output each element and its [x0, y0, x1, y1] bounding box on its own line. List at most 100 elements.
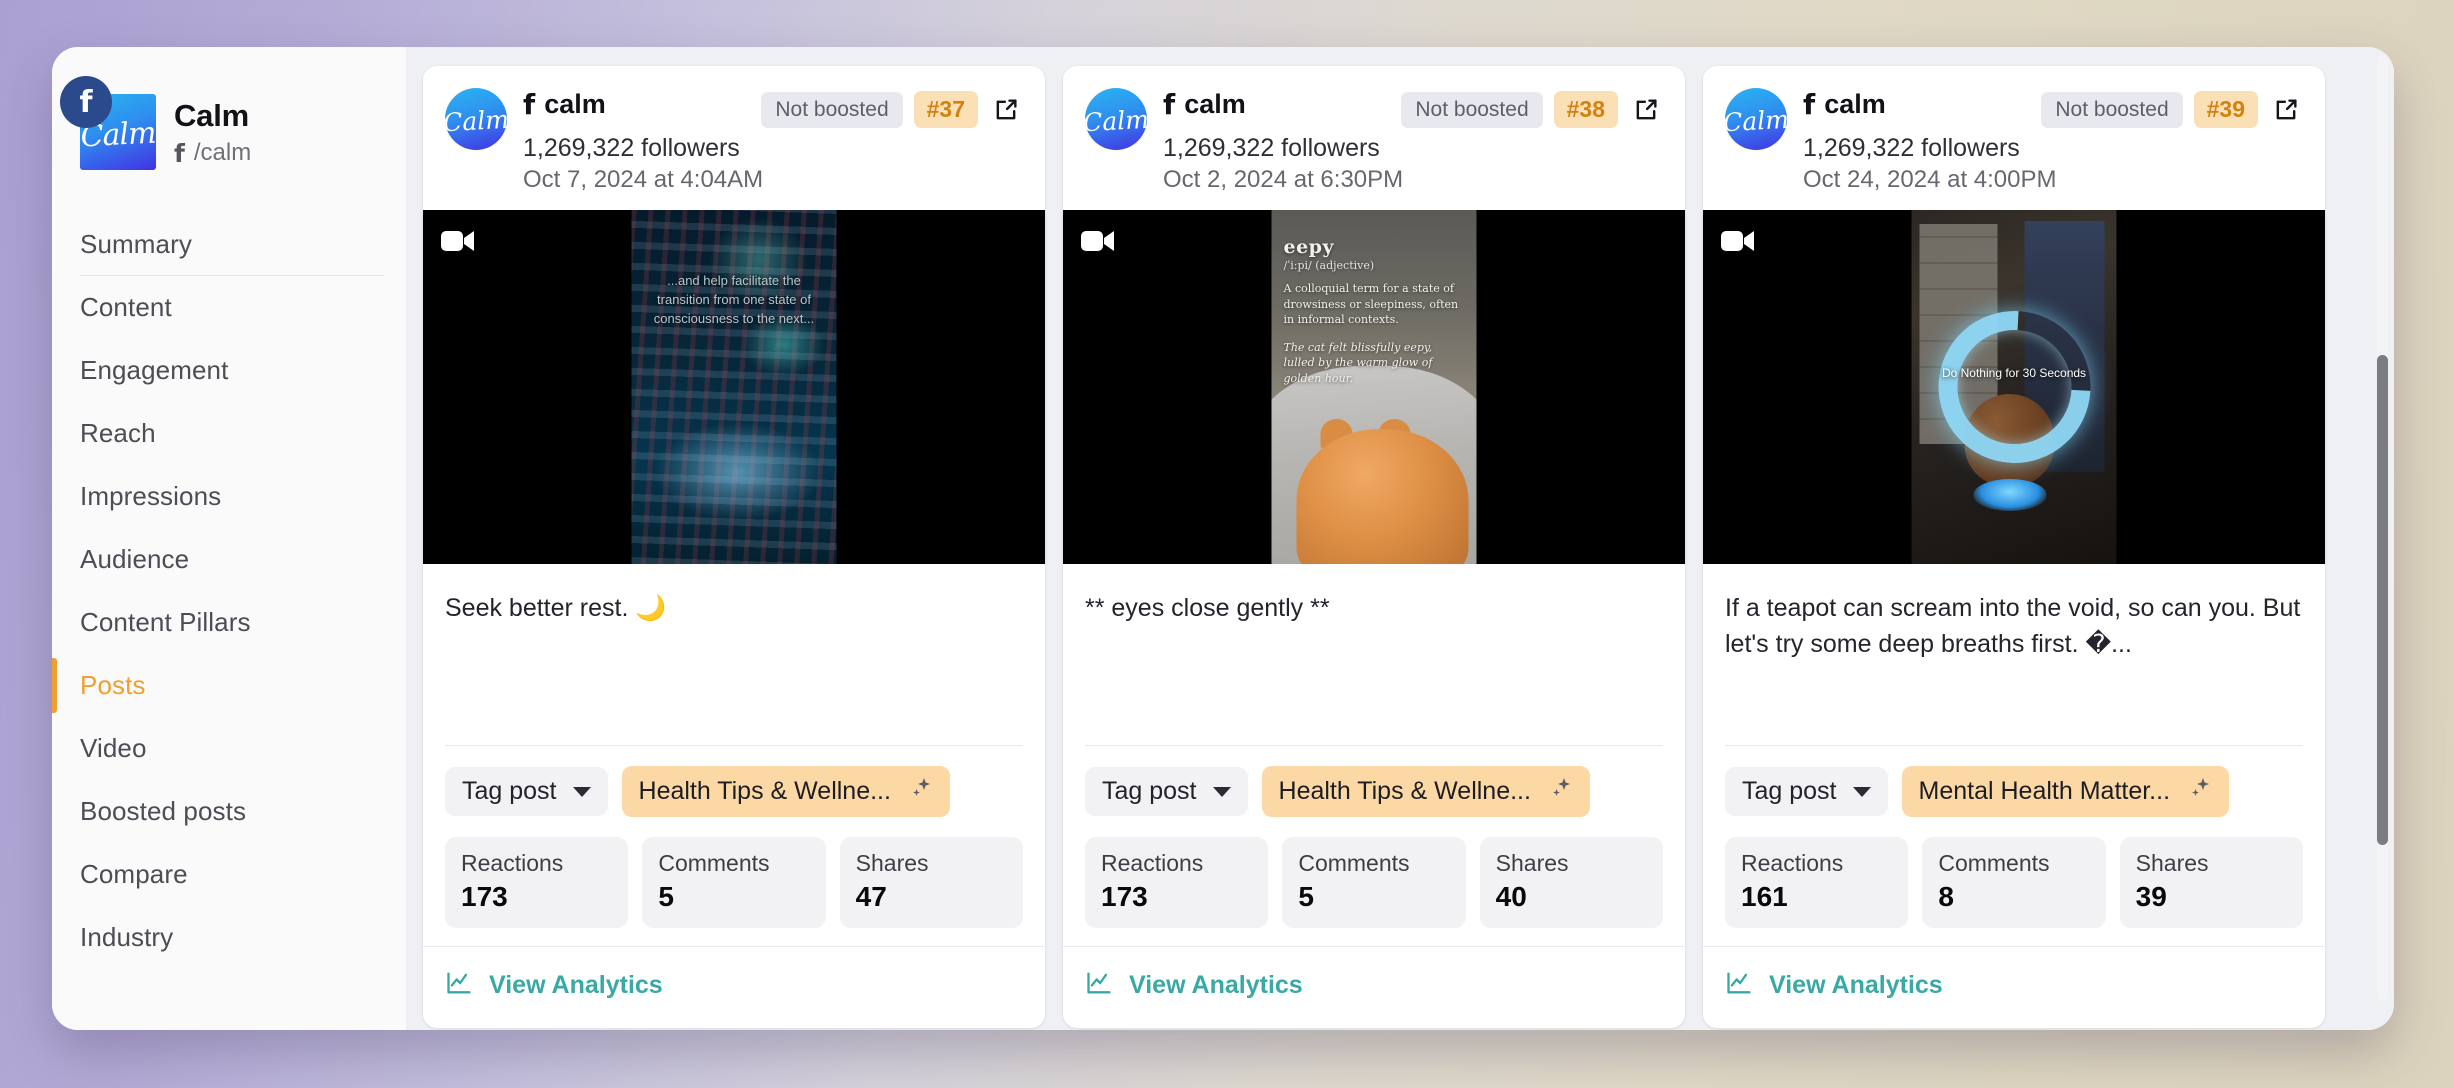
tag-post-dropdown[interactable]: Tag post [1085, 767, 1248, 816]
sidebar-item-label: Summary [80, 229, 192, 259]
tag-post-label: Tag post [1742, 777, 1837, 805]
tag-post-dropdown[interactable]: Tag post [445, 767, 608, 816]
sidebar-item-boosted-posts[interactable]: Boosted posts [52, 780, 406, 843]
post-timestamp: Oct 24, 2024 at 4:00PM [1803, 166, 2057, 193]
avatar-label: Calm [445, 104, 507, 138]
media-caption: Do Nothing for 30 Seconds [1941, 365, 2087, 380]
post-header-actions: Not boosted #37 [761, 88, 1023, 128]
sidebar-item-compare[interactable]: Compare [52, 843, 406, 906]
boost-status-badge: Not boosted [2041, 91, 2183, 128]
metric-comments: Comments 8 [1922, 837, 2106, 928]
metric-value: 173 [461, 881, 508, 912]
metric-reactions: Reactions 161 [1725, 837, 1909, 928]
content-pillar-tag[interactable]: Health Tips & Wellne... [1261, 766, 1590, 817]
definition-pronunciation: /ˈiːpi/ (adjective) [1283, 259, 1375, 272]
facebook-f-icon: f [523, 88, 536, 121]
sidebar-item-label: Reach [80, 418, 156, 448]
metric-value: 39 [2135, 881, 2167, 912]
sidebar-item-posts[interactable]: Posts [52, 654, 406, 717]
content-pillar-tag[interactable]: Mental Health Matter... [1901, 766, 2230, 817]
vertical-scrollbar[interactable] [2377, 55, 2388, 1001]
tag-row: Tag post Health Tips & Wellne... [1063, 746, 1685, 837]
account-name-row: f calm [1803, 88, 1886, 121]
definition-word: eepy [1283, 236, 1335, 258]
post-header: Calm f calm Not boosted #37 1,269,322 fo… [423, 66, 1045, 210]
brand-handle-text: /calm [193, 139, 252, 167]
post-footer: View Analytics [423, 946, 1045, 1028]
sidebar-item-label: Content [80, 292, 172, 322]
post-timestamp: Oct 7, 2024 at 4:04AM [523, 166, 764, 193]
metric-label: Reactions [461, 850, 564, 876]
facebook-f-icon: f [174, 138, 185, 168]
video-icon [1081, 228, 1115, 259]
post-footer: View Analytics [1703, 946, 2325, 1028]
post-timestamp: Oct 2, 2024 at 6:30PM [1163, 166, 1404, 193]
account-name-row: f calm [523, 88, 606, 121]
sidebar-item-label: Video [80, 733, 147, 763]
sidebar-item-label: Impressions [80, 481, 222, 511]
avatar: Calm [445, 88, 507, 150]
sidebar-item-label: Content Pillars [80, 607, 251, 637]
avatar: Calm [1725, 88, 1787, 150]
view-analytics-link[interactable]: View Analytics [1129, 971, 1303, 1000]
sidebar-item-summary[interactable]: Summary [52, 213, 406, 276]
rank-badge: #38 [1553, 91, 1618, 128]
post-media[interactable]: eepy /ˈiːpi/ (adjective) A colloquial te… [1063, 210, 1685, 564]
video-icon [1721, 228, 1755, 259]
metric-value: 40 [1495, 881, 1527, 912]
sidebar-item-reach[interactable]: Reach [52, 402, 406, 465]
post-header-main: f calm Not boosted #39 1,269,322 followe… [1803, 88, 2303, 194]
chevron-down-icon [572, 786, 591, 797]
sparkle-icon [909, 776, 933, 807]
sidebar-item-video[interactable]: Video [52, 717, 406, 780]
media-artwork [1911, 210, 2117, 564]
sidebar: f Calm Calm f /calm Summary Content Enga… [52, 47, 407, 1030]
metric-label: Comments [658, 850, 770, 876]
sidebar-item-industry[interactable]: Industry [52, 906, 406, 969]
scrollbar-thumb[interactable] [2377, 355, 2388, 845]
metric-label: Shares [855, 850, 929, 876]
tag-post-dropdown[interactable]: Tag post [1725, 767, 1888, 816]
sidebar-item-label: Boosted posts [80, 796, 247, 826]
sidebar-item-label: Posts [80, 670, 146, 700]
posts-grid: Calm f calm Not boosted #37 1,269,322 fo… [407, 47, 2394, 1030]
sidebar-item-content[interactable]: Content [52, 276, 406, 339]
sparkle-icon [2188, 776, 2212, 807]
post-text: If a teapot can scream into the void, so… [1725, 594, 2301, 659]
avatar: Calm [1085, 88, 1147, 150]
content-pillar-label: Health Tips & Wellne... [638, 777, 891, 805]
external-link-icon[interactable] [2269, 93, 2303, 127]
sidebar-item-audience[interactable]: Audience [52, 528, 406, 591]
metric-shares: Shares 40 [1479, 837, 1663, 928]
rank-badge: #39 [2193, 91, 2258, 128]
avatar-label: Calm [1085, 104, 1147, 138]
external-link-icon[interactable] [1629, 93, 1663, 127]
sidebar-item-content-pillars[interactable]: Content Pillars [52, 591, 406, 654]
sidebar-nav: Summary Content Engagement Reach Impress… [52, 213, 406, 969]
metric-value: 161 [1741, 881, 1788, 912]
sidebar-item-label: Engagement [80, 355, 229, 385]
media-thumbnail: Do Nothing for 30 Seconds [1911, 210, 2117, 564]
external-link-icon[interactable] [989, 93, 1023, 127]
sidebar-item-engagement[interactable]: Engagement [52, 339, 406, 402]
metric-label: Comments [1298, 850, 1410, 876]
view-analytics-link[interactable]: View Analytics [489, 971, 663, 1000]
account-name: calm [1824, 89, 1886, 119]
definition-text: A colloquial term for a state of drowsin… [1283, 282, 1459, 327]
video-icon [441, 228, 475, 259]
post-media[interactable]: ...and help facilitate the transition fr… [423, 210, 1045, 564]
analytics-chart-icon [445, 969, 473, 1002]
sidebar-item-impressions[interactable]: Impressions [52, 465, 406, 528]
content-pillar-tag[interactable]: Health Tips & Wellne... [621, 766, 950, 817]
post-header-main: f calm Not boosted #38 1,269,322 followe… [1163, 88, 1663, 194]
account-name: calm [544, 89, 606, 119]
post-media[interactable]: Do Nothing for 30 Seconds [1703, 210, 2325, 564]
follower-count: 1,269,322 followers [1803, 134, 2020, 162]
metric-value: 5 [658, 881, 674, 912]
metric-value: 47 [855, 881, 887, 912]
post-footer: View Analytics [1063, 946, 1685, 1028]
view-analytics-link[interactable]: View Analytics [1769, 971, 1943, 1000]
post-header-actions: Not boosted #39 [2041, 88, 2303, 128]
post-text: Seek better rest. 🌙 [445, 594, 667, 622]
post-metrics: Reactions 161 Comments 8 Shares 39 [1703, 837, 2325, 946]
